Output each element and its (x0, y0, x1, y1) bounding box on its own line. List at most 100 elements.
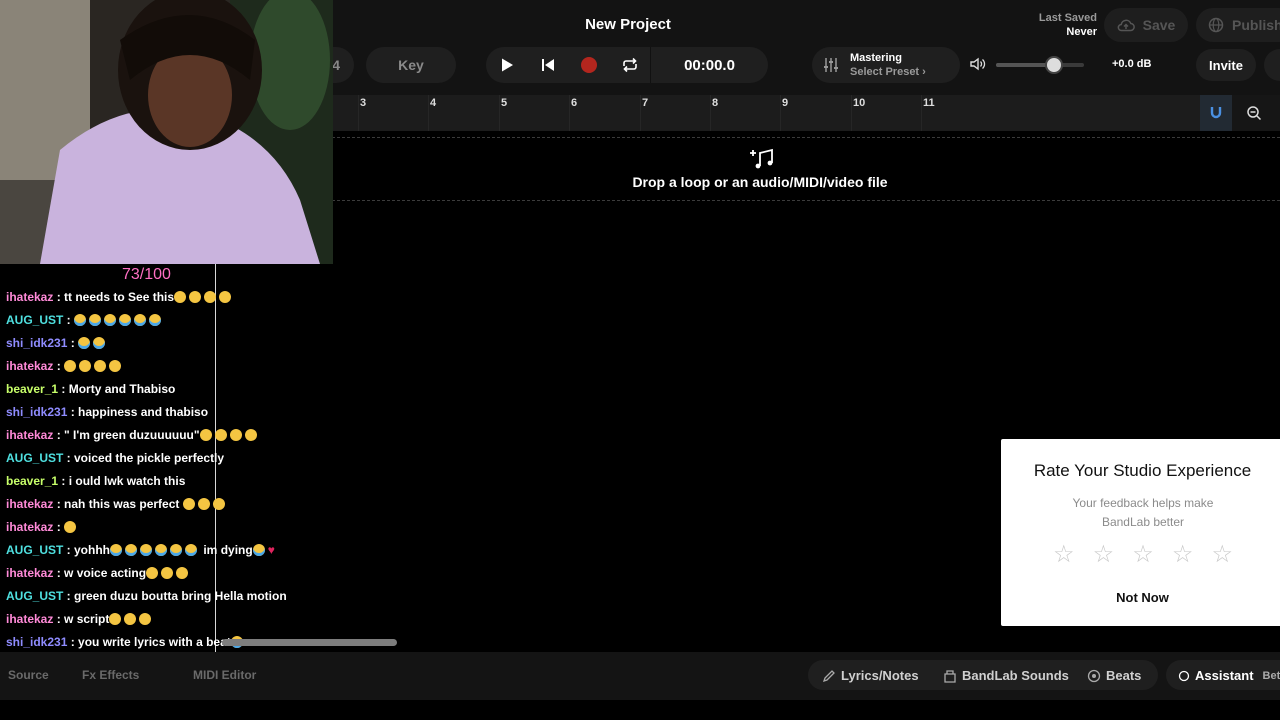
chat-username: shi_idk231 (6, 635, 68, 649)
key-field[interactable]: Key (366, 47, 456, 83)
loop-button[interactable] (609, 47, 650, 83)
crying-emoji-icon (185, 544, 198, 556)
chat-scrollbar[interactable] (222, 639, 397, 646)
bandlab-sounds-button[interactable]: BandLab Sounds (943, 668, 1069, 683)
publish-label: Publish (1232, 17, 1280, 33)
star-2-icon[interactable]: ☆ (1093, 543, 1115, 567)
lyrics-notes-button[interactable]: Lyrics/Notes (822, 668, 919, 683)
laughing-emoji-icon (109, 613, 122, 625)
zoom-out-icon (1247, 106, 1262, 121)
chat-text: : voiced the pickle perfectly (63, 451, 225, 465)
chat-username: shi_idk231 (6, 405, 68, 419)
crying-emoji-icon (78, 337, 91, 349)
laughing-emoji-icon (64, 360, 77, 372)
tab-midi-editor[interactable]: MIDI Editor (193, 668, 256, 682)
gain-readout: +0.0 dB (1112, 58, 1152, 70)
crying-emoji-icon (155, 544, 168, 556)
chat-username: ihatekaz (6, 290, 54, 304)
zoom-button[interactable] (1240, 95, 1268, 131)
laughing-emoji-icon (139, 613, 152, 625)
rewind-button[interactable] (527, 47, 568, 83)
chat-text: : nah this was perfect (53, 497, 183, 511)
sliders-icon (824, 58, 838, 72)
assistant-button[interactable]: Assistant Beta (1178, 668, 1280, 683)
ruler-bar-number: 9 (782, 97, 789, 109)
tab-effects[interactable]: Fx Effects (82, 668, 139, 682)
chat-message: ihatekaz : w script (6, 612, 426, 635)
chat-username: ihatekaz (6, 566, 54, 580)
ruler-tick (428, 95, 429, 131)
chat-username: ihatekaz (6, 612, 54, 626)
ruler-tick (358, 95, 359, 131)
star-5-icon[interactable]: ☆ (1211, 543, 1233, 567)
beta-label: Beta (1262, 669, 1280, 682)
save-label: Save (1142, 17, 1176, 33)
crying-emoji-icon (110, 544, 123, 556)
laughing-emoji-icon (189, 291, 202, 303)
mastering-preset-selector[interactable]: Mastering Select Preset › (812, 47, 960, 83)
crying-emoji-icon (89, 314, 102, 326)
mastering-title: Mastering (850, 52, 902, 64)
webcam-image (0, 0, 333, 264)
crying-emoji-icon (170, 544, 183, 556)
tab-source[interactable]: Source (8, 668, 49, 682)
pencil-icon (822, 669, 835, 682)
chat-text: : " I'm green duzuuuuuu" (53, 428, 200, 442)
star-4-icon[interactable]: ☆ (1172, 543, 1194, 567)
chat-username: ihatekaz (6, 497, 54, 511)
ruler-bar-number: 7 (642, 97, 649, 109)
add-music-icon (749, 148, 775, 175)
crying-emoji-icon (125, 544, 138, 556)
slider-knob[interactable] (1045, 56, 1063, 74)
chat-username: ihatekaz (6, 428, 54, 442)
chat-text: : w voice acting (53, 566, 147, 580)
chat-message: beaver_1 : Morty and Thabiso (6, 382, 426, 405)
chat-message: AUG_UST : yohhh im dying ♥ (6, 543, 426, 566)
chat-text: : green duzu boutta bring Hella motion (63, 589, 287, 603)
webcam-overlay (0, 0, 333, 264)
ruler-bar-number: 8 (712, 97, 719, 109)
chat-username: AUG_UST (6, 589, 64, 603)
chat-message: shi_idk231 : happiness and thabiso (6, 405, 426, 428)
play-button[interactable] (486, 47, 527, 83)
drop-zone-text[interactable]: Drop a loop or an audio/MIDI/video file (560, 174, 960, 190)
assistant-icon (1178, 670, 1190, 681)
not-now-button[interactable]: Not Now (1001, 590, 1280, 605)
chat-username: shi_idk231 (6, 336, 68, 350)
laughing-emoji-icon (79, 360, 92, 372)
ruler-tick (921, 95, 922, 131)
invite-button[interactable]: Invite (1196, 49, 1256, 81)
rating-title: Rate Your Studio Experience (1033, 461, 1252, 480)
ruler-tick (569, 95, 570, 131)
crying-emoji-icon (252, 544, 265, 556)
publish-button[interactable]: Publish (1196, 8, 1280, 42)
beats-button[interactable]: Beats (1087, 668, 1141, 683)
project-title[interactable]: New Project (528, 16, 728, 33)
sound-pack-icon (944, 669, 956, 683)
lyrics-notes-label: Lyrics/Notes (841, 668, 919, 683)
progress-counter: 73/100 (122, 266, 171, 283)
record-button[interactable] (568, 47, 609, 83)
save-button[interactable]: Save (1104, 8, 1188, 42)
chat-username: ihatekaz (6, 520, 54, 534)
time-display: 00:00.0 (684, 56, 735, 74)
star-3-icon[interactable]: ☆ (1132, 543, 1154, 567)
ruler-tick (499, 95, 500, 131)
tempo-value: 4 (332, 57, 340, 73)
ruler-tick (851, 95, 852, 131)
star-1-icon[interactable]: ☆ (1053, 543, 1075, 567)
chat-message: AUG_UST : (6, 313, 426, 336)
drop-zone-border-top (332, 137, 1280, 138)
volume-icon[interactable] (969, 56, 987, 77)
laughing-emoji-icon (174, 291, 187, 303)
rating-dialog: Rate Your Studio Experience Your feedbac… (1001, 439, 1280, 626)
chat-username: beaver_1 (6, 382, 59, 396)
ruler-bar-number: 5 (501, 97, 508, 109)
laughing-emoji-icon (182, 498, 195, 510)
chat-username: AUG_UST (6, 313, 64, 327)
snap-toggle[interactable] (1200, 95, 1232, 131)
master-volume-slider[interactable] (996, 61, 1084, 69)
chat-message: ihatekaz : tt needs to See this (6, 290, 426, 313)
laughing-emoji-icon (161, 567, 174, 579)
mastering-preset: Select Preset › (850, 66, 926, 78)
